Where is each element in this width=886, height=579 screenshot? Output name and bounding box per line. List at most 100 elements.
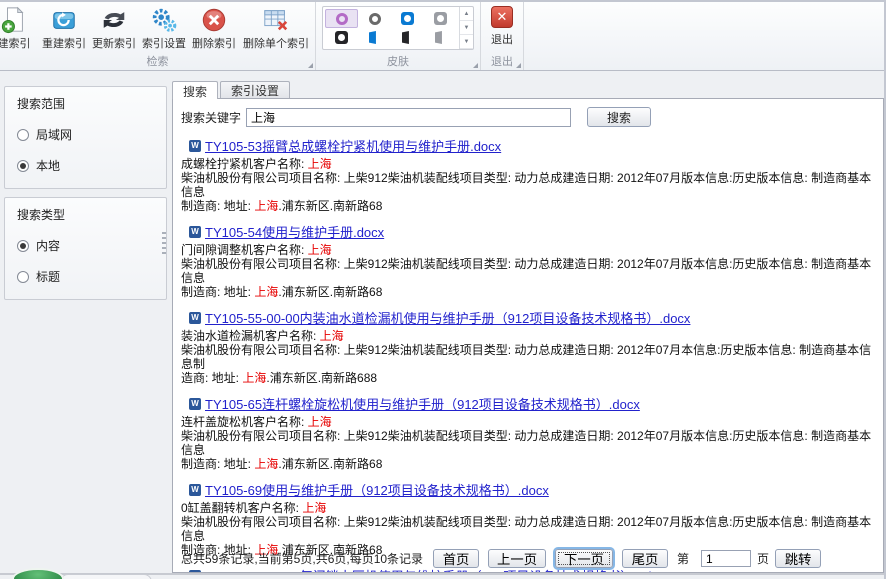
search-scope-option-本地[interactable]: 本地 bbox=[17, 157, 154, 174]
snippet-text: 门间隙调整机客户名称: bbox=[181, 243, 308, 257]
snippet-text: 柴油机股份有限公司项目名称: 上柴912柴油机装配线项目类型: 动力总成建造日期… bbox=[181, 257, 871, 285]
radio-icon[interactable] bbox=[17, 129, 29, 141]
highlighted-keyword: 上海 bbox=[308, 157, 332, 171]
new-document-plus-icon bbox=[0, 6, 28, 34]
result-title-row: TY105-53摇臂总成螺栓拧紧机使用与维护手册.docx bbox=[189, 136, 877, 155]
search-type-option-内容[interactable]: 内容 bbox=[17, 237, 154, 254]
skin-circle-gray-icon bbox=[369, 13, 381, 25]
result-link[interactable]: TY105-65连杆螺栓旋松机使用与维护手册（912项目设备技术规格书）.doc… bbox=[205, 394, 640, 413]
skin-option-skin-fold-blue[interactable] bbox=[358, 28, 391, 47]
result-snippet-line: 成螺栓拧紧机客户名称: 上海 bbox=[181, 157, 877, 171]
result-snippet-line: 门间隙调整机客户名称: 上海 bbox=[181, 243, 877, 257]
skin-option-skin-badge-blue[interactable] bbox=[391, 9, 424, 28]
go-to-page-button[interactable]: 跳转 bbox=[775, 549, 821, 568]
result-title-row: TY105-54使用与维护手册.docx bbox=[189, 222, 877, 241]
skin-option-skin-circle-gray[interactable] bbox=[358, 9, 391, 28]
search-result-item: TY105-54使用与维护手册.docx 门间隙调整机客户名称: 上海柴油机股份有… bbox=[181, 222, 877, 299]
search-keyword-input[interactable] bbox=[246, 108, 571, 127]
snippet-text: 制造商: 地址: bbox=[181, 285, 254, 299]
gallery-dropdown-icon[interactable]: ▼ bbox=[460, 35, 473, 49]
ribbon-button-label: 删除索引 bbox=[192, 35, 236, 51]
skin-option-skin-badge-black[interactable] bbox=[325, 28, 358, 47]
taskbar-item-partial[interactable] bbox=[60, 574, 152, 579]
ribbon-button-delete-single-index[interactable]: 删除单个索引 bbox=[239, 4, 313, 56]
word-file-icon bbox=[189, 570, 201, 573]
search-type-option-标题[interactable]: 标题 bbox=[17, 268, 154, 285]
snippet-text: 柴油机股份有限公司项目名称: 上柴912柴油机装配线项目类型: 动力总成建造日期… bbox=[181, 515, 871, 543]
snippet-text: 造商: 地址: bbox=[181, 371, 242, 385]
result-title-row: TY105-55-00-00内装油水道检漏机使用与维护手册（912项目设备技术规… bbox=[189, 308, 877, 327]
taskbar-green-button-partial[interactable] bbox=[12, 568, 64, 579]
radio-icon[interactable] bbox=[17, 271, 29, 283]
drive-refresh-icon bbox=[50, 6, 78, 34]
result-snippet-line: 柴油机股份有限公司项目名称: 上柴912柴油机装配线项目类型: 动力总成建造日期… bbox=[181, 429, 877, 457]
ribbon-button-label: 索引设置 bbox=[142, 35, 186, 51]
snippet-text: 制造商: 地址: bbox=[181, 199, 254, 213]
highlighted-keyword: 上海 bbox=[254, 457, 278, 471]
ribbon-button-rebuild-index[interactable]: 重建索引 bbox=[39, 4, 89, 56]
search-result-item: TY105-55-00-00内装油水道检漏机使用与维护手册（912项目设备技术规… bbox=[181, 308, 877, 385]
scroll-up-icon[interactable]: ▲ bbox=[460, 7, 473, 21]
highlighted-keyword: 上海 bbox=[302, 501, 326, 515]
skin-fold-gray-icon bbox=[435, 31, 447, 44]
last-page-button[interactable]: 尾页 bbox=[622, 549, 668, 568]
radio-icon[interactable] bbox=[17, 160, 29, 172]
search-type-title: 搜索类型 bbox=[17, 206, 154, 223]
result-link[interactable]: TY105-53摇臂总成螺栓拧紧机使用与维护手册.docx bbox=[205, 136, 501, 155]
result-link[interactable]: TY105-55-00-00内装油水道检漏机使用与维护手册（912项目设备技术规… bbox=[205, 308, 690, 327]
exit-button[interactable]: 退出 bbox=[491, 6, 513, 47]
snippet-text: .浦东新区.南新路68 bbox=[278, 285, 382, 299]
skin-option-skin-circle-purple[interactable] bbox=[325, 9, 358, 28]
result-snippet-line: 连杆盖旋松机客户名称: 上海 bbox=[181, 415, 877, 429]
tab-索引设置[interactable]: 索引设置 bbox=[220, 81, 290, 98]
result-link[interactable]: TY105-54使用与维护手册.docx bbox=[205, 222, 384, 241]
next-page-button[interactable]: 下一页 bbox=[555, 549, 613, 568]
skin-option-skin-fold-gray[interactable] bbox=[424, 28, 457, 47]
scroll-down-icon[interactable]: ▼ bbox=[460, 21, 473, 35]
highlighted-keyword: 上海 bbox=[308, 243, 332, 257]
prev-page-button[interactable]: 上一页 bbox=[488, 549, 546, 568]
skin-option-skin-fold-black[interactable] bbox=[391, 28, 424, 47]
result-snippet-line: 造商: 地址: 上海.浦东新区.南新路688 bbox=[181, 371, 877, 385]
radio-icon[interactable] bbox=[17, 240, 29, 252]
page-number-input[interactable] bbox=[701, 550, 751, 567]
result-snippet-line: 制造商: 地址: 上海.浦东新区.南新路68 bbox=[181, 457, 877, 471]
group-dialog-launcher-icon[interactable] bbox=[308, 63, 313, 68]
snippet-text: 制造商: 地址: bbox=[181, 457, 254, 471]
snippet-text: .浦东新区.南新路68 bbox=[278, 199, 382, 213]
search-bar: 搜索关键字 搜索 bbox=[181, 107, 877, 127]
table-delete-cell-icon bbox=[262, 6, 290, 34]
skin-badge-blue-icon bbox=[401, 12, 414, 25]
search-scope-option-局域网[interactable]: 局域网 bbox=[17, 126, 154, 143]
splitter-grip[interactable] bbox=[162, 232, 166, 254]
radio-label: 内容 bbox=[36, 237, 60, 254]
radio-label: 标题 bbox=[36, 268, 60, 285]
ribbon-button-index-settings[interactable]: 索引设置 bbox=[139, 4, 189, 56]
snippet-text: 0缸盖翻转机客户名称: bbox=[181, 501, 302, 515]
skin-badge-black-icon bbox=[335, 31, 348, 44]
group-dialog-launcher-icon[interactable] bbox=[516, 63, 521, 68]
first-page-button[interactable]: 首页 bbox=[433, 549, 479, 568]
delete-red-circle-icon bbox=[200, 6, 228, 34]
ribbon-button-create-index[interactable]: 建索引 bbox=[0, 4, 39, 56]
pagination-bar: 总共59条记录,当前第5页,共6页,每页10条记录 首页上一页下一页尾页 第 页… bbox=[181, 549, 830, 568]
ribbon-button-label: 重建索引 bbox=[42, 35, 86, 51]
search-result-item: TY105-65连杆螺栓旋松机使用与维护手册（912项目设备技术规格书）.doc… bbox=[181, 394, 877, 471]
tab-搜索[interactable]: 搜索 bbox=[172, 81, 218, 99]
highlighted-keyword: 上海 bbox=[320, 329, 344, 343]
result-title-row: TY105-69使用与维护手册（912项目设备技术规格书）.docx bbox=[189, 480, 877, 499]
skin-option-skin-badge-light[interactable] bbox=[424, 9, 457, 28]
search-button[interactable]: 搜索 bbox=[587, 107, 651, 127]
page-suffix-label: 页 bbox=[757, 550, 769, 567]
snippet-text: 成螺栓拧紧机客户名称: bbox=[181, 157, 308, 171]
word-file-icon bbox=[189, 226, 201, 238]
ribbon-button-label: 删除单个索引 bbox=[243, 35, 309, 51]
settings-gears-icon bbox=[150, 6, 178, 34]
group-dialog-launcher-icon[interactable] bbox=[473, 63, 478, 68]
ribbon-button-delete-index[interactable]: 删除索引 bbox=[189, 4, 239, 56]
result-link[interactable]: TY105-69使用与维护手册（912项目设备技术规格书）.docx bbox=[205, 480, 549, 499]
skin-badge-light-icon bbox=[434, 12, 447, 25]
ribbon-button-update-index[interactable]: 更新索引 bbox=[89, 4, 139, 56]
radio-label: 本地 bbox=[36, 157, 60, 174]
word-file-icon bbox=[189, 484, 201, 496]
